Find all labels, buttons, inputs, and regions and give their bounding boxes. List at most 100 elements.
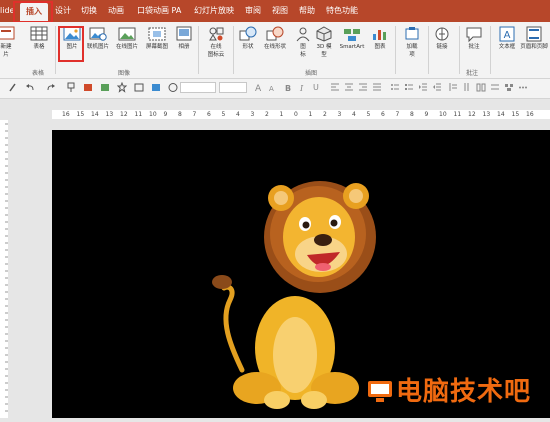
indent-icon[interactable] bbox=[418, 82, 428, 93]
ruler-tick-label: 16 bbox=[62, 111, 70, 118]
ruler-tick-label: 10 bbox=[149, 111, 157, 118]
chart-button[interactable]: 图表 bbox=[364, 25, 396, 65]
screenshot-icon bbox=[148, 27, 166, 41]
new-slide-button[interactable]: 新建 片 bbox=[0, 25, 22, 65]
ruler-tick-label: 1 bbox=[308, 111, 313, 118]
ribbon-tab-bar: lide 插入 设计 切换 动画 口袋动画 PA 幻灯片放映 审阅 视图 帮助 … bbox=[0, 0, 550, 22]
icon-cloud-button[interactable]: 在线 图标云 bbox=[200, 25, 232, 65]
online-picture-button[interactable]: 联机图片 bbox=[82, 25, 114, 65]
svg-text:A: A bbox=[504, 30, 511, 41]
ruler-tick-label: 7 bbox=[192, 111, 197, 118]
link-icon bbox=[435, 27, 449, 41]
bullets-icon[interactable] bbox=[390, 82, 400, 93]
brush-icon[interactable] bbox=[8, 82, 18, 93]
ruler-tick-label: 12 bbox=[120, 111, 128, 118]
ruler-tick-label: 5 bbox=[366, 111, 371, 118]
ribbon-separator bbox=[198, 26, 199, 74]
pin-icon[interactable] bbox=[66, 82, 76, 93]
shape-tool-icon[interactable] bbox=[83, 82, 93, 93]
tab-design[interactable]: 设计 bbox=[55, 5, 71, 17]
undo-icon[interactable] bbox=[25, 82, 35, 93]
ruler-tick-label: 6 bbox=[381, 111, 385, 118]
tab-transitions[interactable]: 切换 bbox=[81, 5, 97, 17]
3d-model-icon bbox=[316, 26, 332, 42]
ruler-tick-label: 7 bbox=[395, 111, 400, 118]
ruler-tick-label: 9 bbox=[424, 111, 429, 118]
align-left-icon[interactable] bbox=[330, 82, 340, 93]
ruler-tick-label: 15 bbox=[76, 111, 85, 118]
ruler-tick-label: 9 bbox=[163, 111, 168, 118]
text-direction-icon[interactable] bbox=[462, 82, 472, 93]
vertical-ruler-ticks bbox=[5, 123, 8, 412]
tab-special-features[interactable]: 特色功能 bbox=[326, 5, 358, 17]
font-size-input[interactable] bbox=[219, 82, 247, 93]
font-grow-icon[interactable]: A bbox=[254, 82, 264, 93]
outdent-icon[interactable] bbox=[432, 82, 442, 93]
svg-text:A: A bbox=[269, 85, 274, 93]
svg-text:A: A bbox=[255, 84, 262, 93]
shape-tool-icon[interactable] bbox=[168, 82, 178, 93]
star-icon[interactable] bbox=[117, 82, 127, 93]
tab-pocket-animation[interactable]: 口袋动画 PA bbox=[137, 5, 181, 17]
ruler-tick-label: 4 bbox=[236, 111, 240, 118]
insert-tab-highlight-box bbox=[13, 1, 53, 23]
new-slide-icon bbox=[0, 26, 15, 40]
header-footer-button[interactable]: 页眉和页脚 bbox=[518, 25, 550, 65]
ruler-tick-label: 2 bbox=[323, 111, 327, 118]
format-toolbar: A A B I U bbox=[0, 79, 550, 99]
link-button[interactable]: 链接 bbox=[426, 25, 458, 65]
italic-icon[interactable]: I bbox=[298, 82, 308, 93]
addins-button[interactable]: 加载 项 bbox=[396, 25, 428, 65]
ruler-tick-label: 14 bbox=[91, 111, 99, 118]
online-shapes-icon bbox=[266, 26, 284, 41]
header-footer-icon bbox=[526, 26, 542, 42]
comment-icon bbox=[466, 27, 482, 43]
horizontal-ruler: 16 15 14 13 12 11 10 9 8 7 6 5 4 3 2 1 0 1 2 3 4 5 6 7 8 9 10 11 12 1… bbox=[52, 110, 550, 119]
picture-button-highlight-box bbox=[58, 26, 84, 62]
textbox-icon: A bbox=[499, 26, 515, 42]
columns-icon[interactable] bbox=[476, 82, 486, 93]
ruler-tick-label: 2 bbox=[265, 111, 269, 118]
font-name-input[interactable] bbox=[180, 82, 216, 93]
align-right-icon[interactable] bbox=[358, 82, 368, 93]
ruler-tick-label: 1 bbox=[279, 111, 284, 118]
online-image-button[interactable]: 在线图片 bbox=[111, 25, 143, 65]
shape-tool-icon[interactable] bbox=[100, 82, 110, 93]
redo-icon[interactable] bbox=[46, 82, 56, 93]
online-image-icon bbox=[118, 27, 136, 41]
tab-view[interactable]: 视图 bbox=[272, 5, 288, 17]
ruler-tick-label: 6 bbox=[207, 111, 211, 118]
chart-icon bbox=[373, 30, 386, 40]
ruler-tick-label: 8 bbox=[410, 111, 414, 118]
overflow-icon[interactable] bbox=[518, 82, 528, 93]
shape-tool-icon[interactable] bbox=[134, 82, 144, 93]
justify-icon[interactable] bbox=[372, 82, 382, 93]
align-text-icon[interactable] bbox=[490, 82, 500, 93]
comment-button[interactable]: 批注 bbox=[458, 25, 490, 65]
table-button[interactable]: 表格 bbox=[23, 25, 55, 65]
bold-icon[interactable]: B bbox=[284, 82, 294, 93]
tab-slideshow[interactable]: 幻灯片放映 bbox=[194, 5, 234, 17]
ruler-tick-label: 11 bbox=[453, 111, 462, 118]
tab-animations[interactable]: 动画 bbox=[108, 5, 124, 17]
font-shrink-icon[interactable]: A bbox=[268, 82, 278, 93]
watermark: 电脑技术吧 bbox=[367, 371, 531, 408]
tab-review[interactable]: 审阅 bbox=[245, 5, 261, 17]
numbering-icon[interactable] bbox=[404, 82, 414, 93]
group-images: 图像 bbox=[118, 70, 131, 77]
convert-smartart-icon[interactable] bbox=[504, 82, 514, 93]
ruler-tick-label: 12 bbox=[468, 111, 476, 118]
shape-tool-icon[interactable] bbox=[151, 82, 161, 93]
shapes-icon bbox=[239, 26, 257, 41]
online-picture-icon bbox=[89, 27, 107, 41]
ruler-tick-label: 14 bbox=[497, 111, 505, 118]
ruler-tick-label: 15 bbox=[511, 111, 520, 118]
tab-help[interactable]: 帮助 bbox=[299, 5, 315, 17]
underline-icon[interactable]: U bbox=[312, 82, 322, 93]
line-spacing-icon[interactable] bbox=[448, 82, 458, 93]
ruler-tick-label: 3 bbox=[250, 111, 255, 118]
align-center-icon[interactable] bbox=[344, 82, 354, 93]
album-button[interactable]: 相册 bbox=[168, 25, 200, 65]
ruler-tick-label: 0 bbox=[294, 111, 298, 118]
icon-cloud-icon bbox=[209, 27, 224, 41]
